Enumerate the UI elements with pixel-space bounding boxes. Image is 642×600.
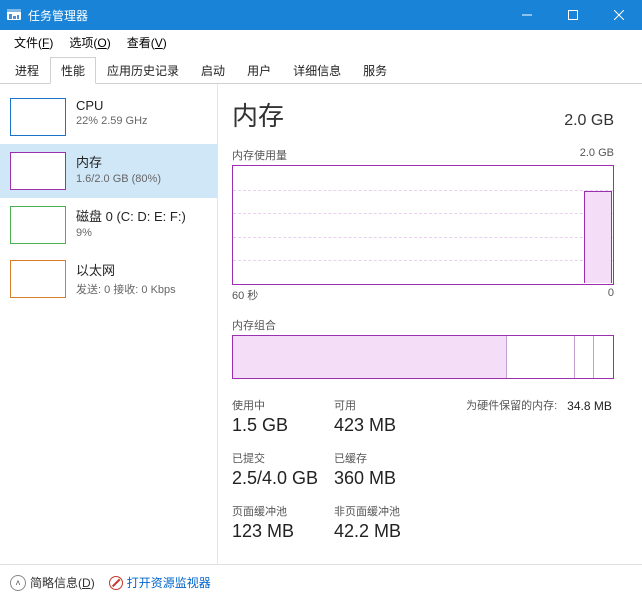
paged-label: 页面缓冲池: [232, 503, 324, 519]
available-label: 可用: [334, 397, 454, 413]
sidebar: CPU 22% 2.59 GHz 内存 1.6/2.0 GB (80%) 磁盘 …: [0, 84, 218, 564]
sidebar-item-net[interactable]: 以太网 发送: 0 接收: 0 Kbps: [0, 252, 217, 306]
open-resource-monitor-link[interactable]: 打开资源监视器: [109, 574, 211, 591]
main-panel: 内存 2.0 GB 内存使用量 2.0 GB 60 秒 0 内存组合 使用中 1.…: [218, 84, 642, 564]
sidebar-item-sub: 1.6/2.0 GB (80%): [76, 173, 161, 185]
footer: ˄ 简略信息(D) 打开资源监视器: [0, 564, 642, 600]
composition-graph[interactable]: [232, 335, 614, 379]
paged-value: 123 MB: [232, 521, 324, 542]
page-title: 内存: [232, 96, 284, 133]
memory-capacity: 2.0 GB: [564, 112, 614, 130]
app-icon: [6, 7, 22, 23]
nonpaged-value: 42.2 MB: [334, 521, 454, 542]
nonpaged-label: 非页面缓冲池: [334, 503, 454, 519]
in-use-label: 使用中: [232, 397, 324, 413]
minimize-button[interactable]: [504, 0, 550, 30]
cached-label: 已缓存: [334, 450, 454, 466]
net-thumb-icon: [10, 260, 66, 298]
resource-monitor-icon: [109, 576, 123, 590]
menubar: 文件(F) 选项(O) 查看(V): [0, 30, 642, 54]
disk-thumb-icon: [10, 206, 66, 244]
sidebar-item-title: 以太网: [76, 260, 176, 279]
tab-6[interactable]: 服务: [352, 57, 398, 84]
cached-value: 360 MB: [334, 468, 454, 489]
hw-reserved-label: 为硬件保留的内存:: [464, 397, 557, 413]
sidebar-item-disk[interactable]: 磁盘 0 (C: D: E: F:) 9%: [0, 198, 217, 252]
sidebar-item-title: 内存: [76, 152, 161, 171]
tab-4[interactable]: 用户: [236, 57, 282, 84]
sidebar-item-title: CPU: [76, 98, 148, 113]
usage-graph-fill: [584, 191, 612, 283]
menu-options[interactable]: 选项(O): [61, 32, 118, 53]
tab-1[interactable]: 性能: [50, 57, 96, 84]
usage-graph[interactable]: [232, 165, 614, 285]
content: CPU 22% 2.59 GHz 内存 1.6/2.0 GB (80%) 磁盘 …: [0, 84, 642, 564]
composition-label: 内存组合: [232, 317, 276, 333]
hw-reserved-value: 34.8 MB: [567, 399, 614, 413]
committed-label: 已提交: [232, 450, 324, 466]
tab-5[interactable]: 详细信息: [282, 57, 352, 84]
sidebar-item-sub: 22% 2.59 GHz: [76, 115, 148, 127]
sidebar-item-sub: 发送: 0 接收: 0 Kbps: [76, 281, 176, 297]
mem-thumb-icon: [10, 152, 66, 190]
committed-value: 2.5/4.0 GB: [232, 468, 324, 489]
titlebar: 任务管理器: [0, 0, 642, 30]
fewer-details-link[interactable]: ˄ 简略信息(D): [10, 574, 95, 591]
close-button[interactable]: [596, 0, 642, 30]
in-use-value: 1.5 GB: [232, 415, 324, 436]
graph-x-right: 0: [608, 287, 614, 303]
cpu-thumb-icon: [10, 98, 66, 136]
maximize-button[interactable]: [550, 0, 596, 30]
tab-0[interactable]: 进程: [4, 57, 50, 84]
chevron-up-icon: ˄: [10, 575, 26, 591]
stats-grid: 使用中 1.5 GB 可用 423 MB 为硬件保留的内存: 34.8 MB 已提交…: [232, 397, 614, 542]
sidebar-item-title: 磁盘 0 (C: D: E: F:): [76, 206, 186, 225]
graph-x-left: 60 秒: [232, 287, 258, 303]
window-title: 任务管理器: [28, 7, 504, 24]
menu-view[interactable]: 查看(V): [119, 32, 175, 53]
available-value: 423 MB: [334, 415, 454, 436]
tab-2[interactable]: 应用历史记录: [96, 57, 190, 84]
tab-3[interactable]: 启动: [190, 57, 236, 84]
usage-graph-label: 内存使用量: [232, 147, 287, 163]
tab-strip: 进程性能应用历史记录启动用户详细信息服务: [0, 56, 642, 84]
menu-file[interactable]: 文件(F): [6, 32, 61, 53]
sidebar-item-mem[interactable]: 内存 1.6/2.0 GB (80%): [0, 144, 217, 198]
usage-graph-max: 2.0 GB: [580, 147, 614, 163]
sidebar-item-sub: 9%: [76, 227, 186, 239]
sidebar-item-cpu[interactable]: CPU 22% 2.59 GHz: [0, 90, 217, 144]
